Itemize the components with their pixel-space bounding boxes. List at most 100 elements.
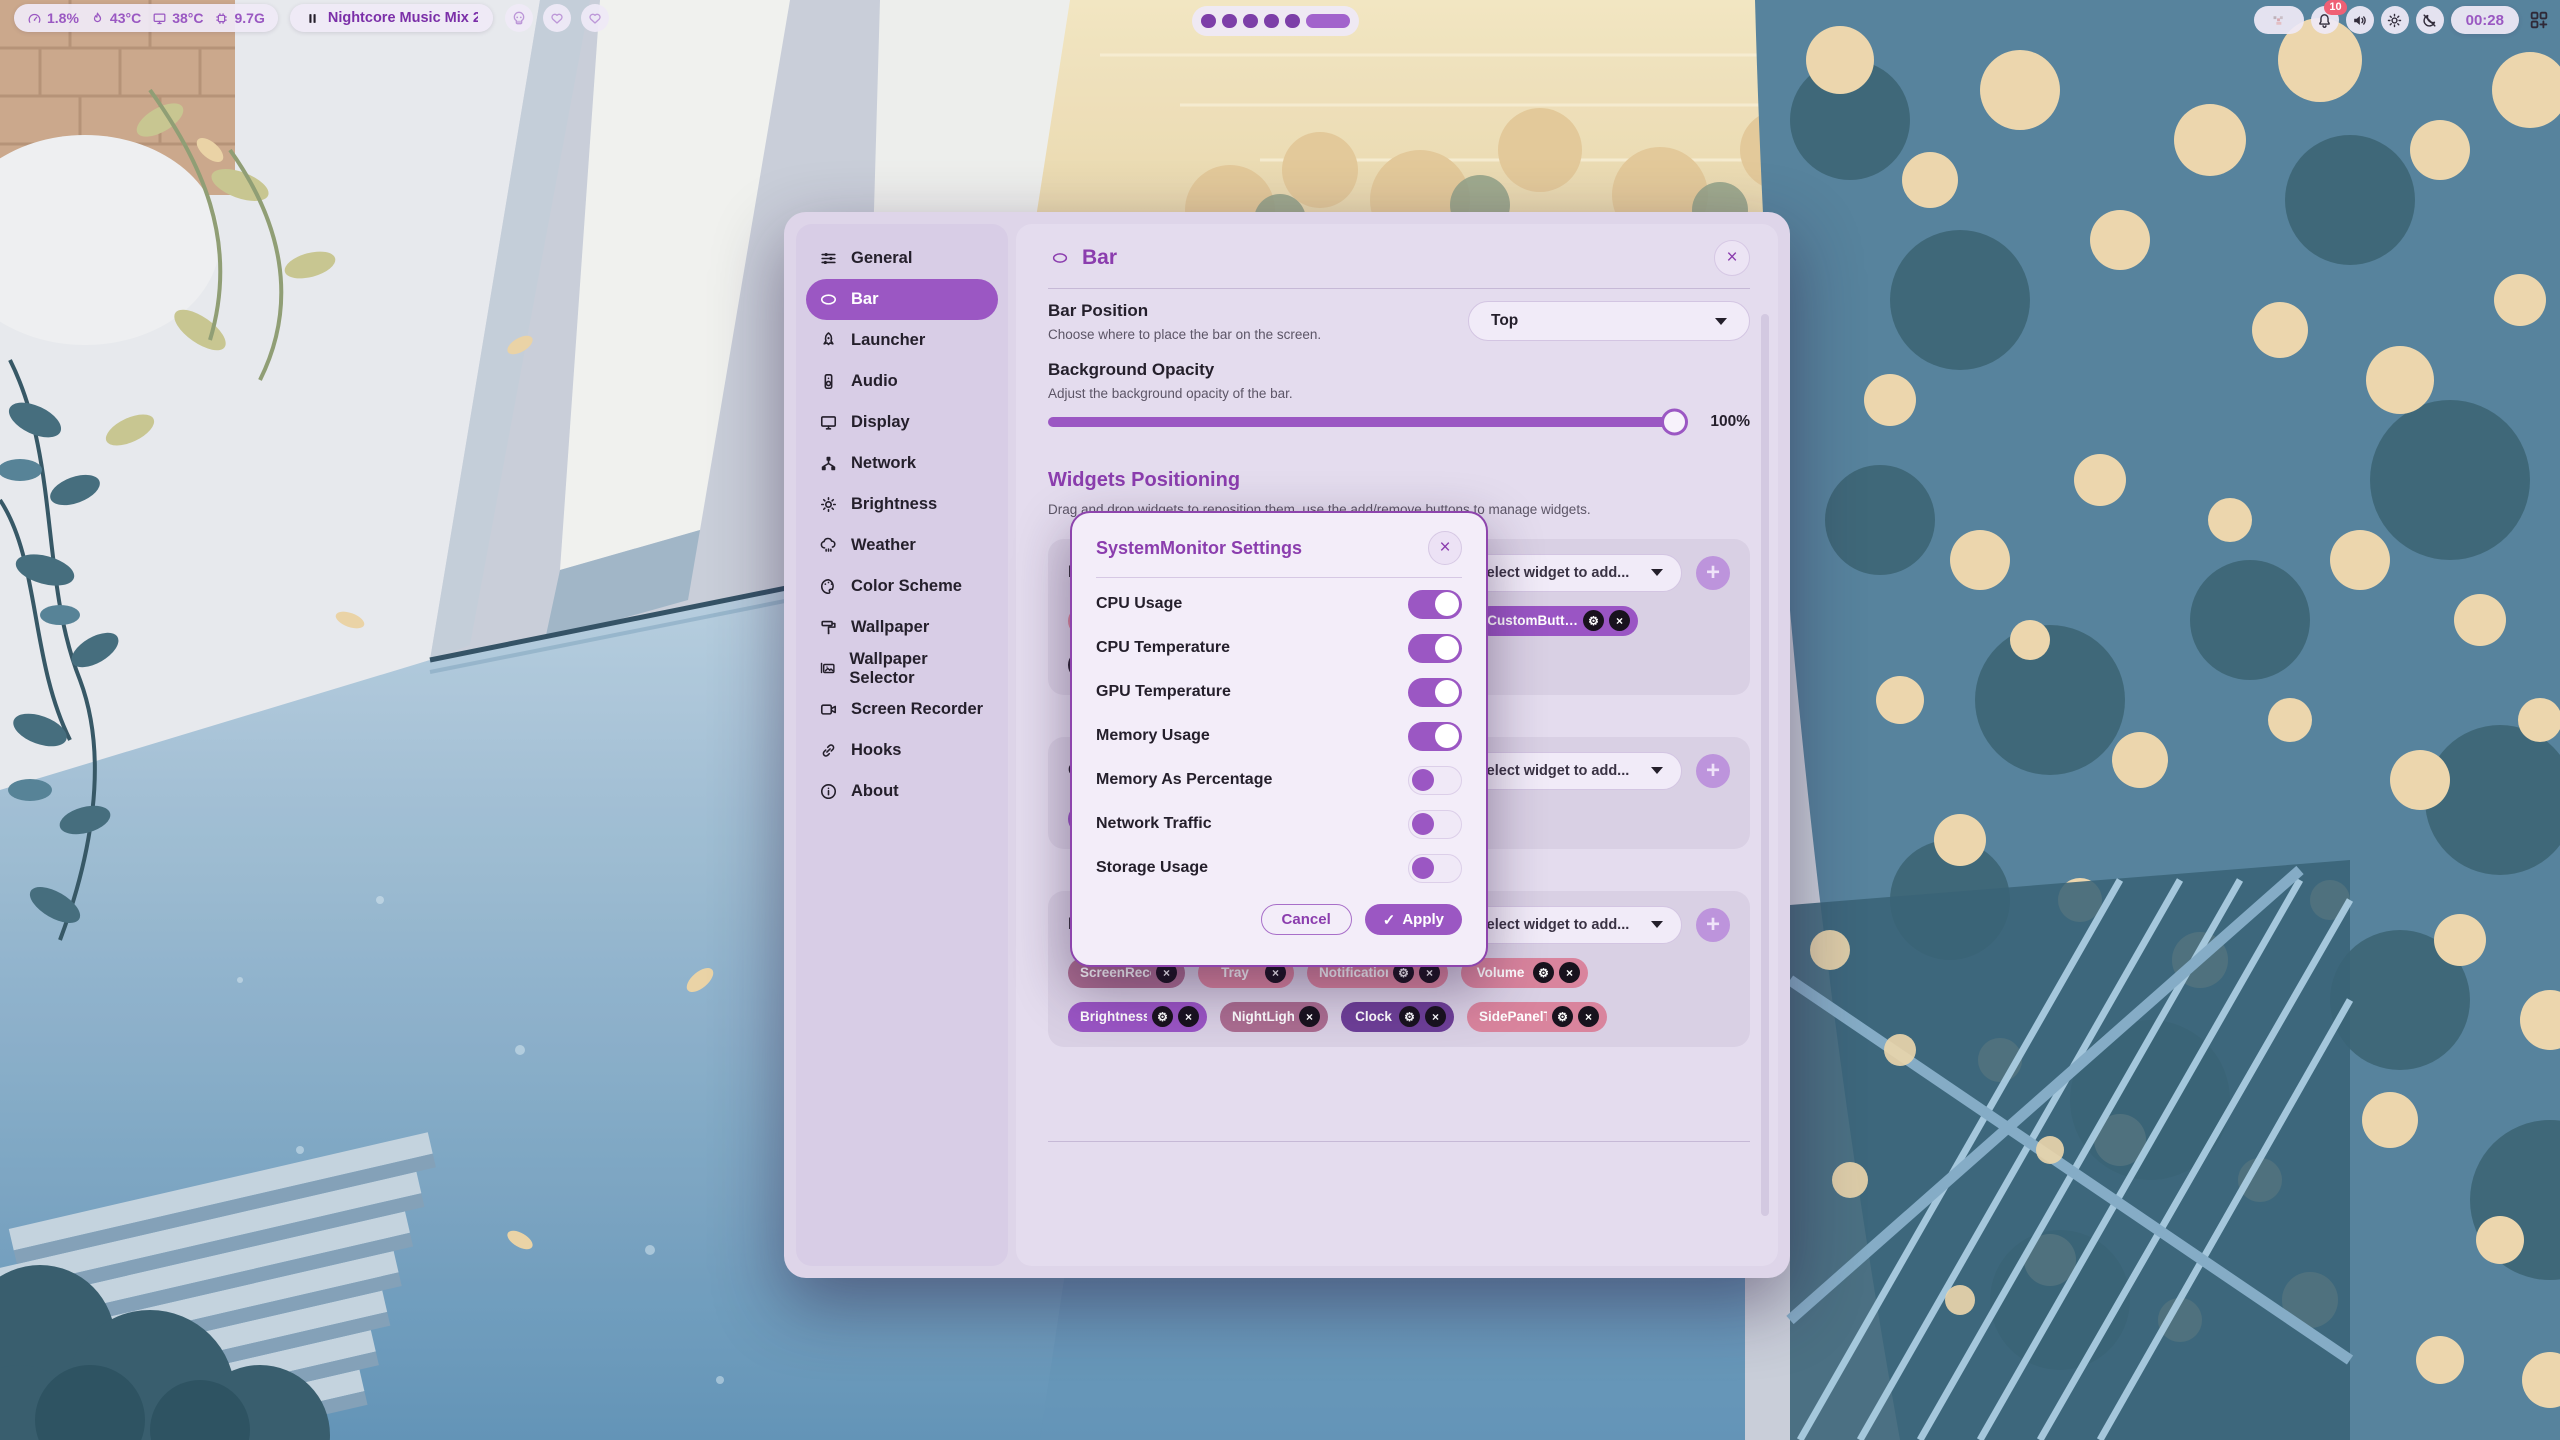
chip-icon — [214, 11, 229, 26]
sidebar-item[interactable]: Hooks — [806, 730, 998, 771]
system-stats-pill[interactable]: 1.8% 43°C 38°C 9.7G — [14, 4, 278, 32]
sidebar-item[interactable]: About — [806, 771, 998, 812]
close-icon[interactable]: × — [1559, 962, 1580, 983]
sidebar-item[interactable]: Network — [806, 443, 998, 484]
sidebar-item[interactable]: Color Scheme — [806, 566, 998, 607]
scrollbar[interactable] — [1761, 314, 1769, 1216]
sidebar-item[interactable]: Screen Recorder — [806, 689, 998, 730]
sun-icon — [2386, 12, 2403, 29]
toggle-label: Memory As Percentage — [1096, 771, 1272, 789]
bar-position-desc: Choose where to place the bar on the scr… — [1048, 327, 1321, 342]
pause-icon — [305, 11, 320, 26]
media-player-pill[interactable]: Nightcore Music Mix 20… — [290, 4, 493, 32]
clock[interactable]: 00:28 — [2451, 6, 2519, 34]
chevron-down-icon — [1651, 569, 1663, 576]
sidebar-item[interactable]: Launcher — [806, 320, 998, 361]
toggle-knob — [1412, 857, 1434, 879]
sidebar-item-label: Screen Recorder — [851, 700, 983, 719]
system-stat: 1.8% — [27, 10, 79, 26]
content-header: Bar × — [1048, 240, 1750, 276]
quick-button[interactable] — [505, 4, 533, 32]
topbar-icon-button[interactable] — [2254, 6, 2304, 34]
widget-chip[interactable]: Clock ⚙ × — [1341, 1002, 1454, 1032]
toggle-switch[interactable] — [1408, 590, 1462, 619]
toggle-switch[interactable] — [1408, 678, 1462, 707]
gear-icon[interactable]: ⚙ — [1399, 1006, 1420, 1027]
opacity-slider[interactable] — [1048, 417, 1686, 427]
widgets-positioning-heading: Widgets Positioning — [1048, 469, 1750, 492]
cloud-rain-icon — [819, 536, 838, 555]
opacity-slider-knob[interactable] — [1661, 409, 1688, 436]
toggle-switch[interactable] — [1408, 766, 1462, 795]
select-placeholder: Select widget to add... — [1477, 917, 1629, 933]
cancel-button[interactable]: Cancel — [1261, 904, 1352, 935]
close-icon[interactable]: × — [1178, 1006, 1199, 1027]
bar-position-select[interactable]: Top — [1468, 301, 1750, 341]
apps-icon[interactable] — [2526, 7, 2552, 33]
workspace-dot[interactable] — [1306, 14, 1350, 28]
workspace-dot[interactable] — [1201, 14, 1216, 28]
widget-chip[interactable]: Brightness ⚙ × — [1068, 1002, 1207, 1032]
sidebar-item[interactable]: Weather — [806, 525, 998, 566]
sidebar-item[interactable]: Wallpaper Selector — [806, 648, 998, 689]
right-add-widget-select[interactable]: Select widget to add... — [1458, 906, 1682, 944]
pill-icon — [819, 290, 838, 309]
sidebar-item[interactable]: Audio — [806, 361, 998, 402]
topbar-icon-button[interactable] — [2416, 6, 2444, 34]
modal-close-button[interactable]: × — [1428, 531, 1462, 565]
workspace-dot[interactable] — [1264, 14, 1279, 28]
sidebar-item[interactable]: Bar — [806, 279, 998, 320]
close-icon[interactable]: × — [1578, 1006, 1599, 1027]
widget-chip[interactable]: SidePanelT… ⚙ × — [1467, 1002, 1607, 1032]
sidebar-item[interactable]: Wallpaper — [806, 607, 998, 648]
gear-icon[interactable]: ⚙ — [1583, 610, 1604, 631]
toggle-knob — [1435, 680, 1459, 704]
center-add-widget-button[interactable]: + — [1696, 754, 1730, 788]
topbar-icon-button[interactable]: 10 — [2311, 6, 2339, 34]
topbar-right: 10 00:28 — [2254, 6, 2552, 34]
sidebar-item[interactable]: General — [806, 238, 998, 279]
close-icon[interactable]: × — [1299, 1006, 1320, 1027]
page-title: Bar — [1082, 246, 1117, 270]
toggle-switch[interactable] — [1408, 722, 1462, 751]
rocket-icon — [819, 331, 838, 350]
gear-icon[interactable]: ⚙ — [1152, 1006, 1173, 1027]
workspace-dot[interactable] — [1285, 14, 1300, 28]
gear-icon[interactable]: ⚙ — [1552, 1006, 1573, 1027]
gear-icon[interactable]: ⚙ — [1533, 962, 1554, 983]
widget-chip[interactable]: NightLight × — [1220, 1002, 1328, 1032]
sliders-icon — [819, 249, 838, 268]
left-add-widget-select[interactable]: Select widget to add... — [1458, 554, 1682, 592]
topbar-icon-button[interactable] — [2381, 6, 2409, 34]
select-placeholder: Select widget to add... — [1477, 763, 1629, 779]
sidebar-item-label: Color Scheme — [851, 577, 962, 596]
toggle-switch[interactable] — [1408, 854, 1462, 883]
info-icon — [819, 782, 838, 801]
topbar-icon-button[interactable] — [2346, 6, 2374, 34]
left-add-widget-button[interactable]: + — [1696, 556, 1730, 590]
sidebar-item[interactable]: Display — [806, 402, 998, 443]
quick-button[interactable] — [581, 4, 609, 32]
right-add-widget-button[interactable]: + — [1696, 908, 1730, 942]
header-divider — [1048, 288, 1750, 289]
toggle-label: GPU Temperature — [1096, 683, 1231, 701]
apply-button[interactable]: ✓ Apply — [1365, 904, 1462, 935]
toggle-switch[interactable] — [1408, 810, 1462, 839]
sidebar-item-label: Hooks — [851, 741, 901, 760]
close-icon[interactable]: × — [1609, 610, 1630, 631]
toggle-knob — [1412, 769, 1434, 791]
close-button[interactable]: × — [1714, 240, 1750, 276]
stat-value: 43°C — [110, 10, 141, 26]
widget-chip[interactable]: CustomButt… ⚙ × — [1475, 606, 1638, 636]
close-icon[interactable]: × — [1425, 1006, 1446, 1027]
workspace-dot[interactable] — [1222, 14, 1237, 28]
workspace-dot[interactable] — [1243, 14, 1258, 28]
sidebar-item[interactable]: Brightness — [806, 484, 998, 525]
background-opacity-setting: Background Opacity Adjust the background… — [1048, 360, 1750, 431]
toggle-switch[interactable] — [1408, 634, 1462, 663]
toggle-knob — [1435, 724, 1459, 748]
heart-icon — [587, 10, 603, 26]
quick-button[interactable] — [543, 4, 571, 32]
settings-sidebar: General Bar Launcher Audio Display — [796, 224, 1008, 1266]
center-add-widget-select[interactable]: Select widget to add... — [1458, 752, 1682, 790]
